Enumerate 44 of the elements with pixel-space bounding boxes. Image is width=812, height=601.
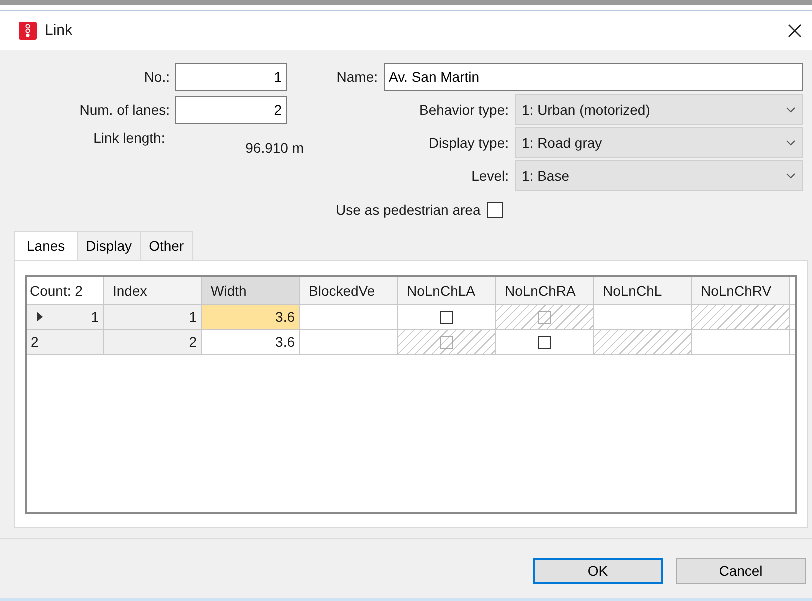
name-field[interactable]: Av. San Martin bbox=[384, 62, 803, 91]
dropdown[interactable]: 1: Urban (motorized) bbox=[515, 94, 803, 126]
checkbox[interactable] bbox=[538, 336, 551, 348]
checkbox[interactable] bbox=[440, 336, 453, 348]
ok-button[interactable]: OK bbox=[533, 558, 663, 584]
cancel-button[interactable]: Cancel bbox=[676, 558, 806, 584]
column-header: Width bbox=[202, 277, 300, 304]
field-label: Link length: bbox=[92, 130, 166, 146]
column-header: Index bbox=[104, 277, 202, 304]
field-label: Behavior type: bbox=[418, 102, 510, 118]
column-header: NoLnChL bbox=[594, 277, 692, 304]
field-label: No.: bbox=[143, 69, 171, 85]
chevron-icon bbox=[786, 140, 796, 146]
tab[interactable]: Other bbox=[140, 231, 194, 260]
column-header: NoLnChLA bbox=[398, 277, 496, 304]
column-header: BlockedVe bbox=[300, 277, 398, 304]
chevron-icon bbox=[786, 172, 796, 179]
window-title: Link bbox=[45, 22, 74, 39]
link-length-value: 96.910 m bbox=[244, 139, 304, 156]
row-header[interactable]: 2 bbox=[27, 330, 104, 354]
tab[interactable]: Lanes bbox=[14, 231, 78, 260]
dropdown[interactable]: 1: Base bbox=[515, 160, 803, 192]
checkbox[interactable] bbox=[486, 202, 503, 218]
field-label: Level: bbox=[470, 168, 510, 184]
traffic-light-icon bbox=[19, 22, 37, 40]
checkbox-label: Use as pedestrian area bbox=[336, 202, 481, 218]
table-cell: 2 bbox=[104, 330, 202, 354]
lanes-field[interactable]: 2 bbox=[175, 96, 287, 124]
checkbox[interactable] bbox=[440, 310, 453, 324]
checkbox[interactable] bbox=[538, 310, 551, 324]
field-label: Display type: bbox=[428, 134, 510, 151]
table-cell: 1 bbox=[104, 305, 202, 329]
column-header: NoLnChRV bbox=[692, 277, 790, 304]
field-label: Name: bbox=[336, 68, 379, 85]
number-field[interactable]: 1 bbox=[175, 63, 287, 91]
field-label: Num. of lanes: bbox=[78, 102, 171, 118]
column-header: NoLnChRA bbox=[496, 277, 594, 304]
table-cell[interactable]: 3.6 bbox=[202, 305, 300, 329]
close-icon[interactable] bbox=[788, 24, 802, 38]
chevron-icon bbox=[786, 106, 796, 113]
current-row-icon bbox=[37, 312, 43, 322]
table-cell[interactable]: 3.6 bbox=[202, 330, 300, 354]
dropdown[interactable]: 1: Road gray bbox=[515, 127, 803, 158]
row-header[interactable]: 1 bbox=[27, 305, 104, 329]
